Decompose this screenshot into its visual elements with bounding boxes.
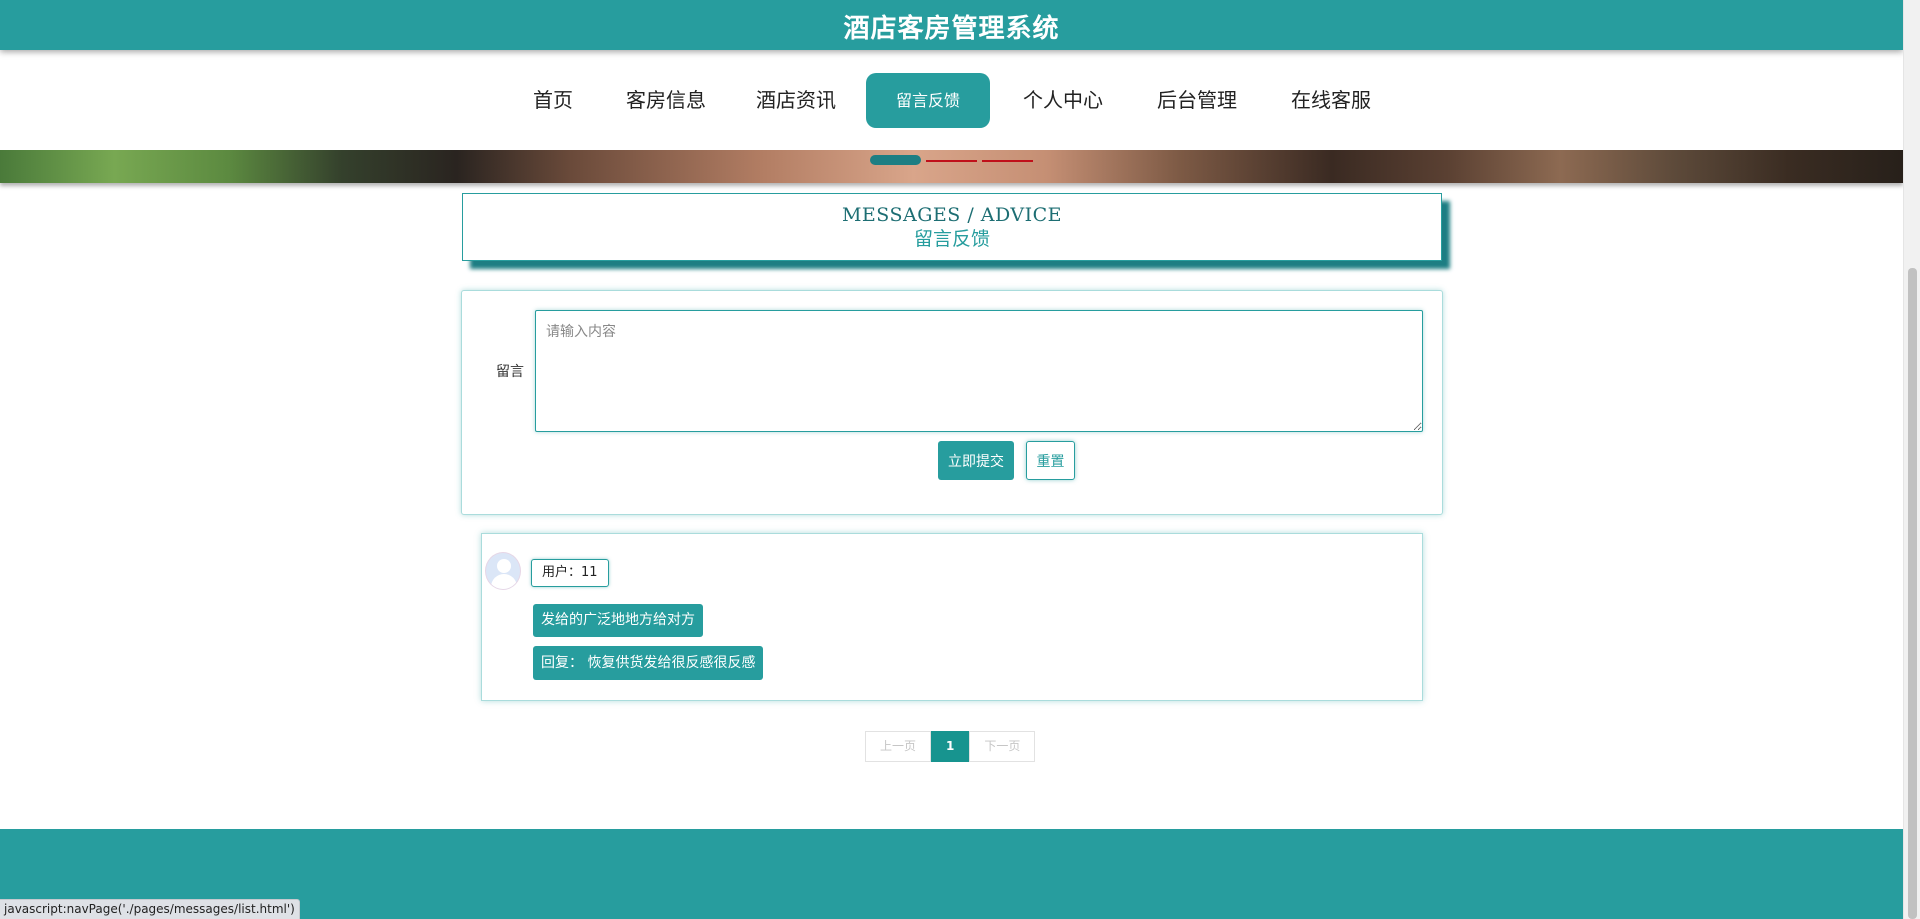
nav-item-rooms[interactable]: 客房信息 <box>620 73 712 128</box>
nav-item-news[interactable]: 酒店资讯 <box>750 73 842 128</box>
nav-item-online-service[interactable]: 在线客服 <box>1284 73 1378 128</box>
section-header: MESSAGES / ADVICE 留言反馈 <box>462 193 1442 261</box>
page: 酒店客房管理系统 首页 客房信息 酒店资讯 留言反馈 个人中心 后台管理 在线客… <box>0 0 1903 919</box>
scrollbar-thumb[interactable] <box>1908 268 1917 919</box>
message-reply: 回复： 恢复供货发给很反感很反感 <box>533 646 764 680</box>
banner-carousel <box>0 150 1903 183</box>
user-avatar-icon <box>485 552 521 590</box>
next-page-button[interactable]: 下一页 <box>969 731 1036 762</box>
browser-status-bar: javascript:navPage('./pages/messages/lis… <box>0 899 300 919</box>
prev-page-button[interactable]: 上一页 <box>865 731 932 762</box>
nav-item-home[interactable]: 首页 <box>520 73 586 128</box>
title-bar: 酒店客房管理系统 <box>0 0 1903 50</box>
reset-button[interactable]: 重置 <box>1026 441 1075 480</box>
nav-item-messages[interactable]: 留言反馈 <box>866 73 990 128</box>
carousel-dot-2[interactable] <box>926 160 977 162</box>
message-user: 用户：11 <box>531 559 609 587</box>
message-label: 留言 <box>496 364 524 380</box>
pagination: 上一页 1 下一页 <box>865 731 1036 762</box>
carousel-dot-3[interactable] <box>982 160 1033 162</box>
message-form: 留言 立即提交 重置 <box>461 290 1443 515</box>
current-page[interactable]: 1 <box>931 731 970 762</box>
message-list: 用户：11 发给的广泛地地方给对方 回复： 恢复供货发给很反感很反感 <box>481 533 1423 701</box>
carousel-dot-1[interactable] <box>870 155 921 165</box>
nav-item-profile[interactable]: 个人中心 <box>1016 73 1110 128</box>
app-title: 酒店客房管理系统 <box>843 14 1060 44</box>
page-scrollbar[interactable] <box>1903 0 1920 919</box>
message-content: 发给的广泛地地方给对方 <box>533 604 703 637</box>
message-textarea[interactable] <box>535 310 1423 432</box>
section-title-cn: 留言反馈 <box>913 228 990 250</box>
nav-item-admin[interactable]: 后台管理 <box>1150 73 1244 128</box>
main-nav: 首页 客房信息 酒店资讯 留言反馈 个人中心 后台管理 在线客服 <box>0 50 1903 150</box>
submit-button[interactable]: 立即提交 <box>938 441 1014 480</box>
section-title-en: MESSAGES / ADVICE <box>841 204 1063 226</box>
